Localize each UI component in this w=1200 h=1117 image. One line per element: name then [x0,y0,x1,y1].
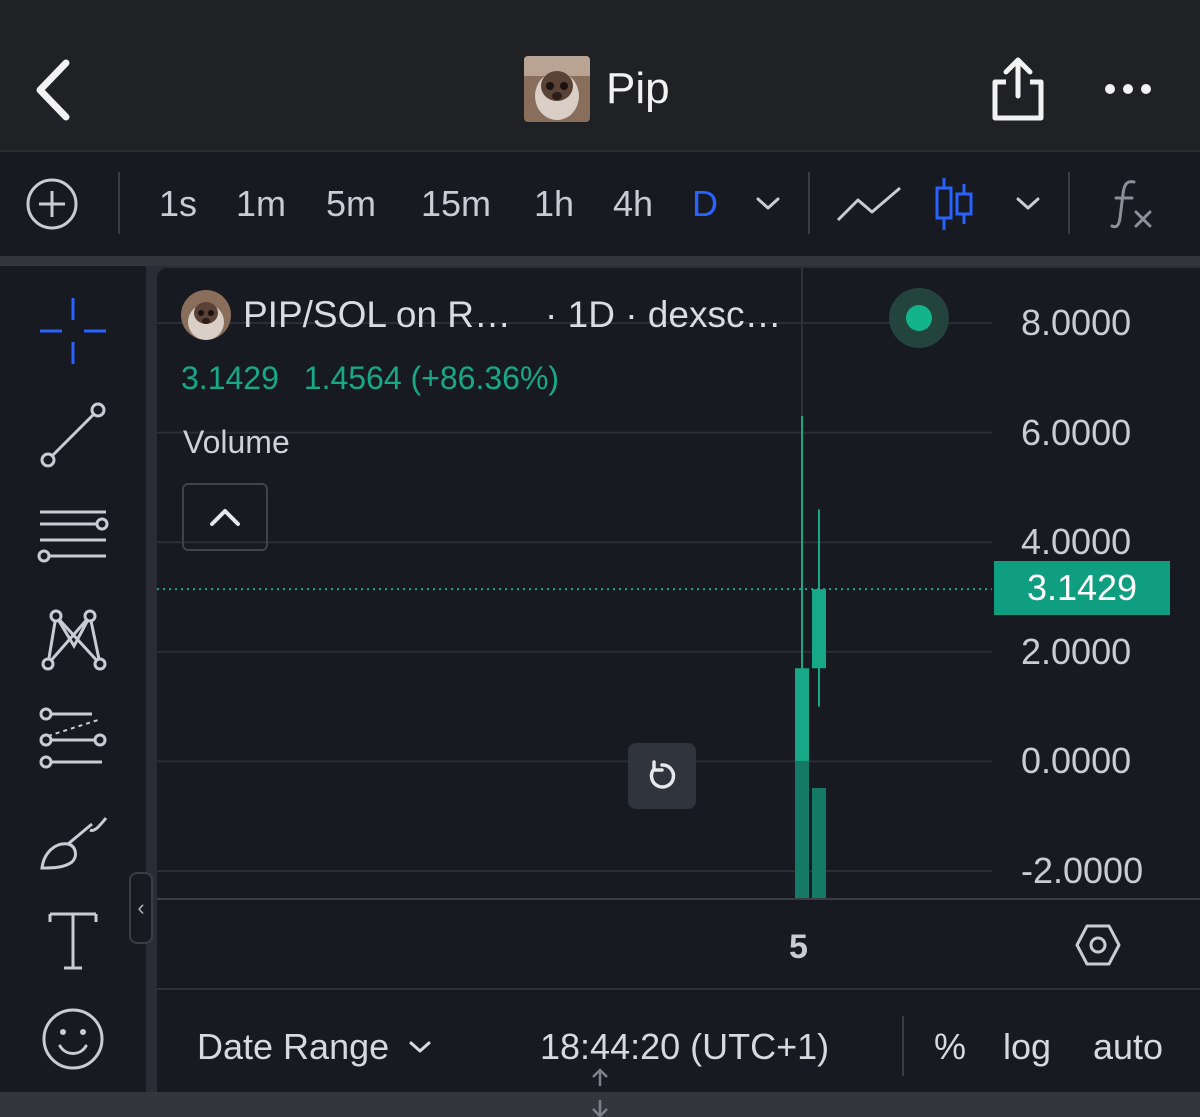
clock-timezone[interactable]: 18:44:20 (UTC+1) [540,1026,829,1068]
interval-d[interactable]: D [682,152,728,256]
chevron-left-icon[interactable] [30,55,80,125]
last-value: 3.1429 [181,360,279,396]
interval-5m[interactable]: 5m [316,152,386,256]
status-dot-icon [906,305,932,331]
footer-separator [902,1016,904,1076]
candle-body [812,589,826,669]
interval-1s[interactable]: 1s [150,152,206,256]
add-indicator-button[interactable] [22,152,82,256]
title-group: Pip [524,56,670,122]
axis-settings-icon[interactable] [1075,922,1121,968]
pair-meta: · 1D · dexsc… [545,294,782,335]
chart-footer: Date Range 18:44:20 (UTC+1) % log auto [157,988,1200,1092]
toolbar-separator [1068,172,1070,234]
reset-icon [649,760,676,789]
x-tick-label: 5 [789,928,808,966]
candlestick-icon [935,178,973,230]
time-axis[interactable]: 5 [157,898,1200,990]
chevron-down-icon [756,197,780,210]
interval-4h[interactable]: 4h [602,152,664,256]
forecast-icon[interactable] [34,704,112,774]
pair-avatar [181,290,231,340]
date-range-label: Date Range [197,1026,390,1067]
candlestick-button[interactable] [926,152,982,256]
interval-toolbar: 1s 1m 5m 15m 1h 4h D [0,152,1200,256]
drawing-toolbar [0,266,146,1092]
y-tick-label: 8.0000 [1021,302,1132,343]
volume-bar [812,788,826,898]
chart-panel[interactable]: PIP/SOL on R… · 1D · dexsc… 3.1429 1.456… [157,268,1200,1092]
interval-1m[interactable]: 1m [228,152,294,256]
interval-15m[interactable]: 15m [408,152,504,256]
horizontal-lines-icon[interactable] [34,504,112,574]
y-tick-label: 2.0000 [1021,630,1132,672]
chevron-left-small-icon: ‹ [137,895,145,920]
text-icon[interactable] [34,906,112,976]
toolbar-separator [118,172,120,234]
pair-name: PIP/SOL on R… [243,294,512,335]
top-bar: Pip [0,0,1200,150]
chevron-down-icon [1016,197,1040,210]
page-title: Pip [606,64,670,113]
legend-values: 3.1429 1.4564 (+86.36%) [181,360,559,397]
chart-legend[interactable]: PIP/SOL on R… · 1D · dexsc… [181,290,781,340]
volume-label: Volume [183,424,290,460]
candle-body [795,668,809,762]
token-avatar [524,56,590,122]
chart-type-dropdown-button[interactable] [1006,152,1050,256]
toolbar-toggle-handle[interactable]: ‹ [129,872,153,944]
y-tick-label: -2.0000 [1021,850,1144,891]
pattern-icon[interactable] [34,606,112,676]
brush-icon[interactable] [34,806,112,876]
interval-1h[interactable]: 1h [524,152,584,256]
chevron-down-icon [409,1041,431,1053]
separator-band [0,256,1200,266]
y-tick-label: 6.0000 [1021,411,1132,453]
last-price-tag: 3.1429 [994,561,1170,615]
share-icon[interactable] [990,56,1046,122]
collapse-legend-button[interactable] [182,483,268,551]
y-tick-label: 4.0000 [1021,521,1132,563]
percent-scale-button[interactable]: % [934,1026,966,1068]
resize-handle-icon[interactable] [588,1066,612,1117]
function-icon [1110,180,1152,229]
interval-dropdown-button[interactable] [746,152,790,256]
reset-chart-button[interactable] [628,743,696,809]
emoji-icon[interactable] [34,1004,112,1074]
add-circle-icon [26,178,78,230]
y-tick-label: 0.0000 [1021,740,1132,782]
trend-line-icon[interactable] [34,400,112,470]
auto-scale-button[interactable]: auto [1093,1026,1163,1068]
market-status[interactable] [889,288,949,348]
crosshair-icon[interactable] [34,296,112,366]
line-chart-button[interactable] [834,152,904,256]
indicators-button[interactable] [1104,152,1160,256]
log-scale-button[interactable]: log [1003,1026,1051,1068]
change-value: 1.4564 (+86.36%) [303,360,560,396]
line-chart-icon [836,186,901,222]
volume-bar [795,761,809,898]
chevron-up-icon [210,509,240,526]
date-range-button[interactable]: Date Range [197,1026,433,1068]
more-icon[interactable] [1102,74,1154,104]
toolbar-separator [808,172,810,234]
